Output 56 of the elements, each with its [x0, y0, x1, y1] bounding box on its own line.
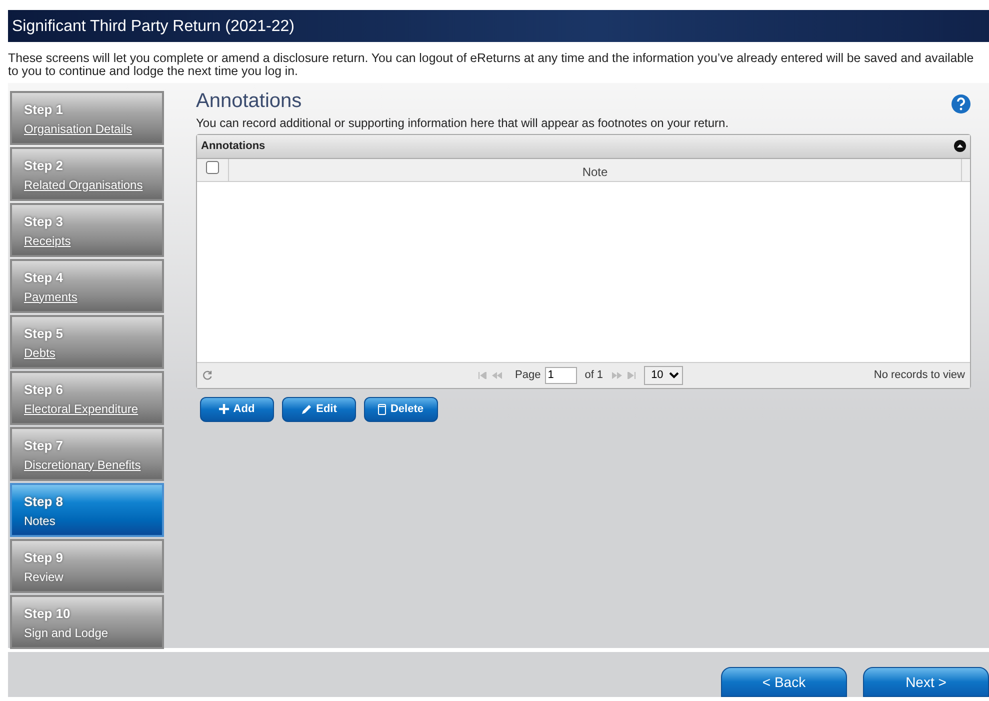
step-tab[interactable]: Step 7 Discretionary Benefits — [10, 427, 164, 481]
back-button[interactable]: < Back — [721, 667, 847, 697]
previous-page-icon[interactable] — [491, 372, 503, 378]
next-page-icon[interactable] — [611, 372, 624, 378]
step-label: Review — [24, 570, 64, 584]
step-link[interactable]: Electoral Expenditure — [24, 402, 138, 416]
step-number: Step 8 — [24, 493, 64, 511]
edit-button[interactable]: Edit — [282, 396, 356, 422]
step-number: Step 5 — [24, 325, 64, 343]
step-tab[interactable]: Step 8 Notes — [10, 483, 164, 537]
add-button[interactable]: Add — [200, 396, 274, 422]
step-number: Step 3 — [24, 213, 64, 231]
pencil-icon — [301, 404, 312, 414]
page-size-select[interactable]: 10 — [644, 366, 684, 384]
step-tab[interactable]: Step 10 Sign and Lodge — [10, 595, 164, 649]
step-number: Step 6 — [24, 381, 64, 399]
step-number: Step 4 — [24, 269, 64, 287]
step-label: Notes — [24, 514, 56, 528]
step-tab[interactable]: Step 2 Related Organisations — [10, 147, 164, 201]
page-input[interactable]: 1 — [544, 366, 577, 384]
window-title: Significant Third Party Return (2021-22) — [8, 10, 989, 42]
step-link[interactable]: Organisation Details — [24, 122, 132, 136]
plus-icon — [219, 404, 230, 414]
step-link[interactable]: Payments — [24, 290, 78, 304]
grid-caption: Annotations — [201, 139, 266, 154]
select-all-checkbox[interactable] — [206, 160, 219, 174]
help-icon[interactable] — [951, 94, 971, 114]
step-number: Step 9 — [24, 549, 64, 567]
records-info: No records to view — [874, 368, 965, 383]
step-number: Step 2 — [24, 157, 64, 175]
first-page-icon[interactable] — [478, 372, 487, 378]
step-tab[interactable]: Step 4 Payments — [10, 259, 164, 313]
step-number: Step 7 — [24, 437, 64, 455]
last-page-icon[interactable] — [627, 372, 636, 378]
step-tab[interactable]: Step 5 Debts — [10, 315, 164, 369]
description-text: You can record additional or supporting information here that will appear as footnotes on your return. — [196, 115, 730, 132]
step-number: Step 10 — [24, 605, 70, 623]
step-link[interactable]: Debts — [24, 346, 56, 360]
collapse-icon[interactable] — [954, 140, 966, 152]
refresh-icon[interactable] — [202, 370, 213, 380]
step-tab[interactable]: Step 3 Receipts — [10, 203, 164, 257]
step-tab[interactable]: Step 6 Electoral Expenditure — [10, 371, 164, 425]
step-link[interactable]: Receipts — [24, 234, 71, 248]
delete-button[interactable]: Delete — [364, 396, 438, 422]
step-number: Step 1 — [24, 101, 64, 119]
trash-icon — [378, 404, 386, 414]
page-count: of 1 — [584, 368, 604, 383]
intro-text: These screens will let you complete or amend a disclosure return. You can logout of eReturns at any time and the information you’ve already entered will be saved and available to you to continue and lodge the next time you log in. — [8, 52, 975, 78]
page-heading: Annotations — [196, 90, 302, 112]
next-button[interactable]: Next > — [863, 667, 989, 697]
step-label: Sign and Lodge — [24, 626, 108, 640]
page-label: Page — [515, 368, 541, 383]
step-tab[interactable]: Step 1 Organisation Details — [10, 91, 164, 145]
step-link[interactable]: Related Organisations — [24, 178, 143, 192]
step-tab[interactable]: Step 9 Review — [10, 539, 164, 593]
step-link[interactable]: Discretionary Benefits — [24, 458, 141, 472]
